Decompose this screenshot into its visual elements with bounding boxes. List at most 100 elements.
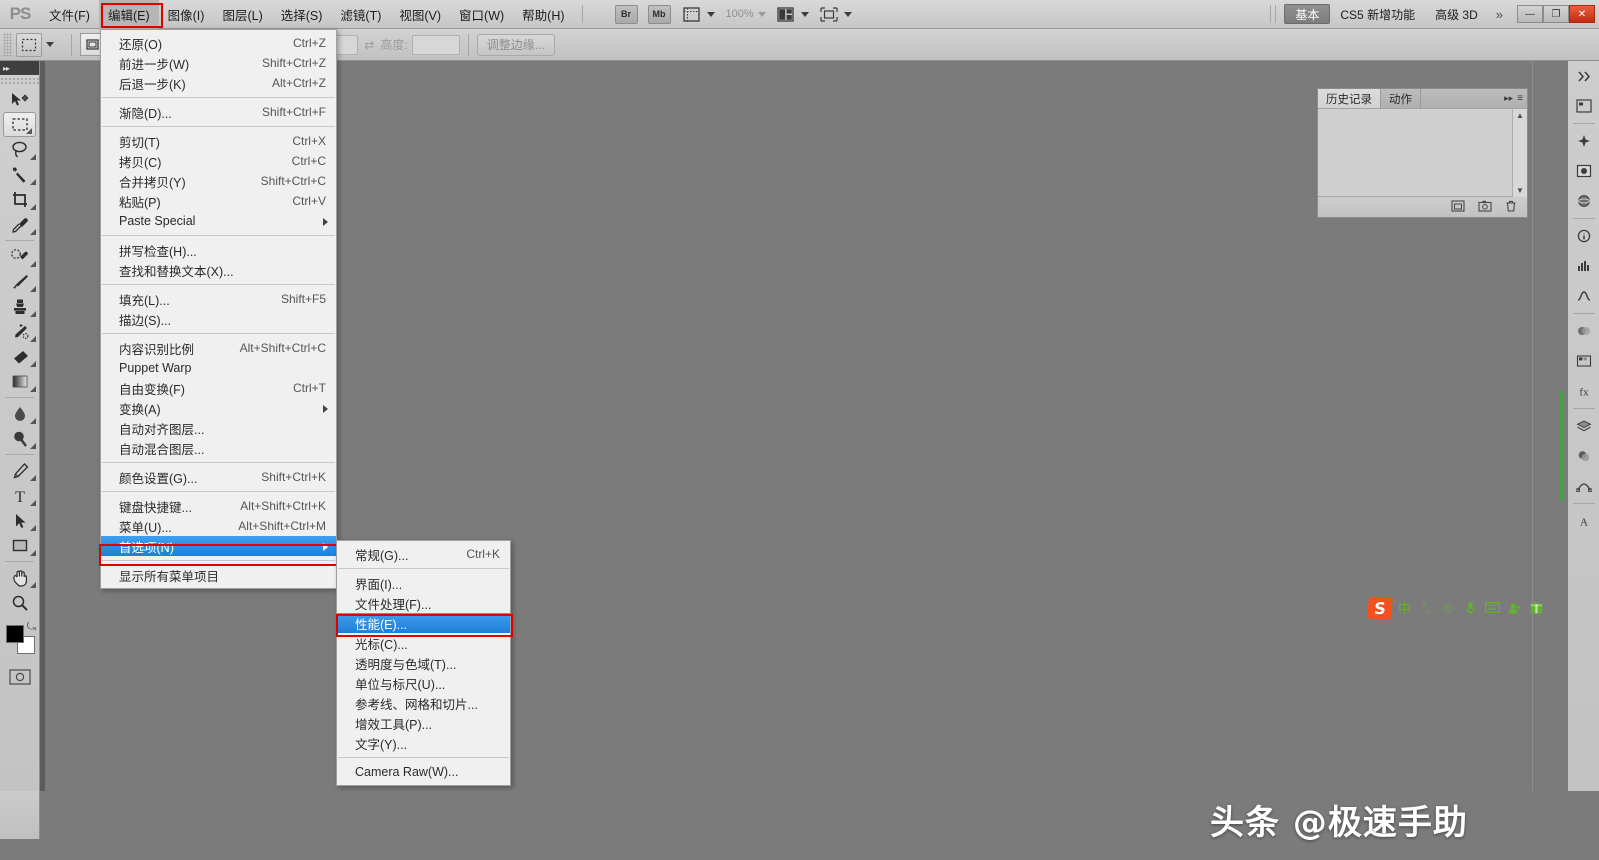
refine-edge-button[interactable]: 调整边缘... [477,34,555,56]
swap-colors-icon[interactable]: ⤿ [27,621,36,634]
screen-mode-chevron-down-icon[interactable] [801,12,809,17]
styles-panel-icon[interactable]: fx [1568,376,1599,406]
menu-item-menus[interactable]: 菜单(U)... Alt+Shift+Ctrl+M [101,516,336,536]
histogram-panel-icon[interactable] [1568,251,1599,281]
menu-item-fill[interactable]: 填充(L)... Shift+F5 [101,289,336,309]
eraser-tool[interactable] [0,344,39,369]
menu-item-free-transform[interactable]: 自由变换(F) Ctrl+T [101,378,336,398]
paths-panel-icon[interactable] [1568,471,1599,501]
workspace-overflow-icon[interactable]: » [1488,7,1511,22]
swap-dimensions-icon[interactable]: ⇄ [364,38,374,52]
menu-item-auto-align-layers[interactable]: 自动对齐图层... [101,418,336,438]
dodge-tool[interactable] [0,426,39,451]
clone-stamp-tool[interactable] [0,294,39,319]
menu-item-find-replace-text[interactable]: 查找和替换文本(X)... [101,260,336,280]
menu-edit[interactable]: 编辑(E) [99,0,159,29]
blur-tool[interactable] [0,401,39,426]
gradient-tool[interactable] [0,369,39,394]
ime-voice-input-icon[interactable] [1461,597,1480,619]
zoom-tool[interactable] [0,590,39,615]
rectangle-tool[interactable] [0,533,39,558]
menu-item-keyboard-shortcuts[interactable]: 键盘快捷键... Alt+Shift+Ctrl+K [101,496,336,516]
crop-tool[interactable] [0,187,39,212]
hand-tool[interactable] [0,565,39,590]
delete-state-icon[interactable] [1505,200,1517,215]
ime-soft-keyboard-icon[interactable] [1483,597,1502,619]
menu-select[interactable]: 选择(S) [272,0,332,29]
color-panel-icon[interactable] [1568,316,1599,346]
3d-panel-icon[interactable] [1568,186,1599,216]
scroll-up-icon[interactable]: ▲ [1513,109,1527,122]
workspace-essentials[interactable]: 基本 [1284,4,1330,24]
menu-item-stroke[interactable]: 描边(S)... [101,309,336,329]
menu-item-cut[interactable]: 剪切(T) Ctrl+X [101,131,336,151]
channels-panel-icon[interactable] [1568,441,1599,471]
history-scrollbar[interactable]: ▲ ▼ [1512,109,1527,197]
character-panel-icon[interactable]: A [1568,506,1599,536]
collapse-panel-icon[interactable]: ▸▸ [1504,93,1513,104]
menu-view[interactable]: 视图(V) [390,0,450,29]
workspace-cs5-new[interactable]: CS5 新增功能 [1330,4,1425,24]
ime-emoji-icon[interactable]: ☺ [1439,597,1458,619]
mini-bridge-panel-icon[interactable] [1568,91,1599,121]
menu-file[interactable]: 文件(F) [40,0,99,29]
close-button[interactable]: ✕ [1569,5,1595,23]
view-extras-chevron-down-icon[interactable] [707,12,715,17]
arrange-documents-chevron-down-icon[interactable] [844,12,852,17]
new-snapshot-icon[interactable] [1478,200,1492,215]
path-selection-tool[interactable] [0,508,39,533]
submenu-item-units-rulers[interactable]: 单位与标尺(U)... [337,673,510,693]
arrange-documents-icon[interactable] [818,5,840,24]
rectangular-marquee-tool[interactable] [3,112,36,137]
launch-bridge-button[interactable]: Br [615,5,638,24]
sogou-ime-logo-icon[interactable]: S [1367,597,1393,619]
zoom-chevron-down-icon[interactable] [758,12,766,17]
view-extras-icon[interactable] [681,5,703,24]
menu-item-preferences[interactable]: 首选项(N) [101,536,336,556]
history-brush-tool[interactable] [0,319,39,344]
new-document-from-state-icon[interactable] [1451,200,1465,215]
submenu-item-cursors[interactable]: 光标(C)... [337,633,510,653]
eyedropper-tool[interactable] [0,212,39,237]
tools-panel-collapse-button[interactable]: ▸▸ [0,61,39,75]
tab-history[interactable]: 历史记录 [1318,89,1381,108]
ime-language-mode[interactable]: 中 [1395,597,1414,619]
menu-item-fade[interactable]: 渐隐(D)... Shift+Ctrl+F [101,102,336,122]
move-tool[interactable] [0,87,39,112]
menu-help[interactable]: 帮助(H) [513,0,573,29]
info-panel-icon[interactable] [1568,221,1599,251]
adjustments-panel-icon[interactable] [1568,126,1599,156]
submenu-item-camera-raw[interactable]: Camera Raw(W)... [337,762,510,782]
menu-item-transform[interactable]: 变换(A) [101,398,336,418]
current-tool-icon[interactable] [16,33,42,57]
submenu-item-plugins[interactable]: 增效工具(P)... [337,713,510,733]
color-swatches[interactable]: ⤿ [0,621,39,665]
collapse-panels-icon[interactable] [1568,61,1599,91]
foreground-color-swatch[interactable] [6,625,24,643]
lasso-tool[interactable] [0,137,39,162]
menu-item-show-all-menu-items[interactable]: 显示所有菜单项目 [101,565,336,585]
magic-wand-tool[interactable] [0,162,39,187]
canvas-scrollbar-thumb[interactable] [1559,391,1564,501]
menu-item-check-spelling[interactable]: 拼写检查(H)... [101,240,336,260]
layers-panel-icon[interactable] [1568,411,1599,441]
height-input[interactable] [412,35,460,55]
menu-item-step-forward[interactable]: 前进一步(W) Shift+Ctrl+Z [101,53,336,73]
panel-menu-icon[interactable]: ≡ [1517,93,1523,104]
menu-item-copy[interactable]: 拷贝(C) Ctrl+C [101,151,336,171]
tool-preset-chevron-down-icon[interactable] [46,42,54,47]
spot-healing-brush-tool[interactable] [0,244,39,269]
submenu-item-performance[interactable]: 性能(E)... [337,613,510,633]
menu-image[interactable]: 图像(I) [159,0,214,29]
ime-user-center-icon[interactable] [1505,597,1524,619]
menu-window[interactable]: 窗口(W) [450,0,513,29]
restore-button[interactable]: ❐ [1543,5,1569,23]
menu-item-paste-special[interactable]: Paste Special [101,211,336,231]
menu-item-paste[interactable]: 粘贴(P) Ctrl+V [101,191,336,211]
menu-item-puppet-warp[interactable]: Puppet Warp [101,358,336,378]
menu-item-step-backward[interactable]: 后退一步(K) Alt+Ctrl+Z [101,73,336,93]
menu-item-auto-blend-layers[interactable]: 自动混合图层... [101,438,336,458]
minimize-button[interactable]: — [1517,5,1543,23]
submenu-item-transparency-gamut[interactable]: 透明度与色域(T)... [337,653,510,673]
menu-filter[interactable]: 滤镜(T) [331,0,390,29]
